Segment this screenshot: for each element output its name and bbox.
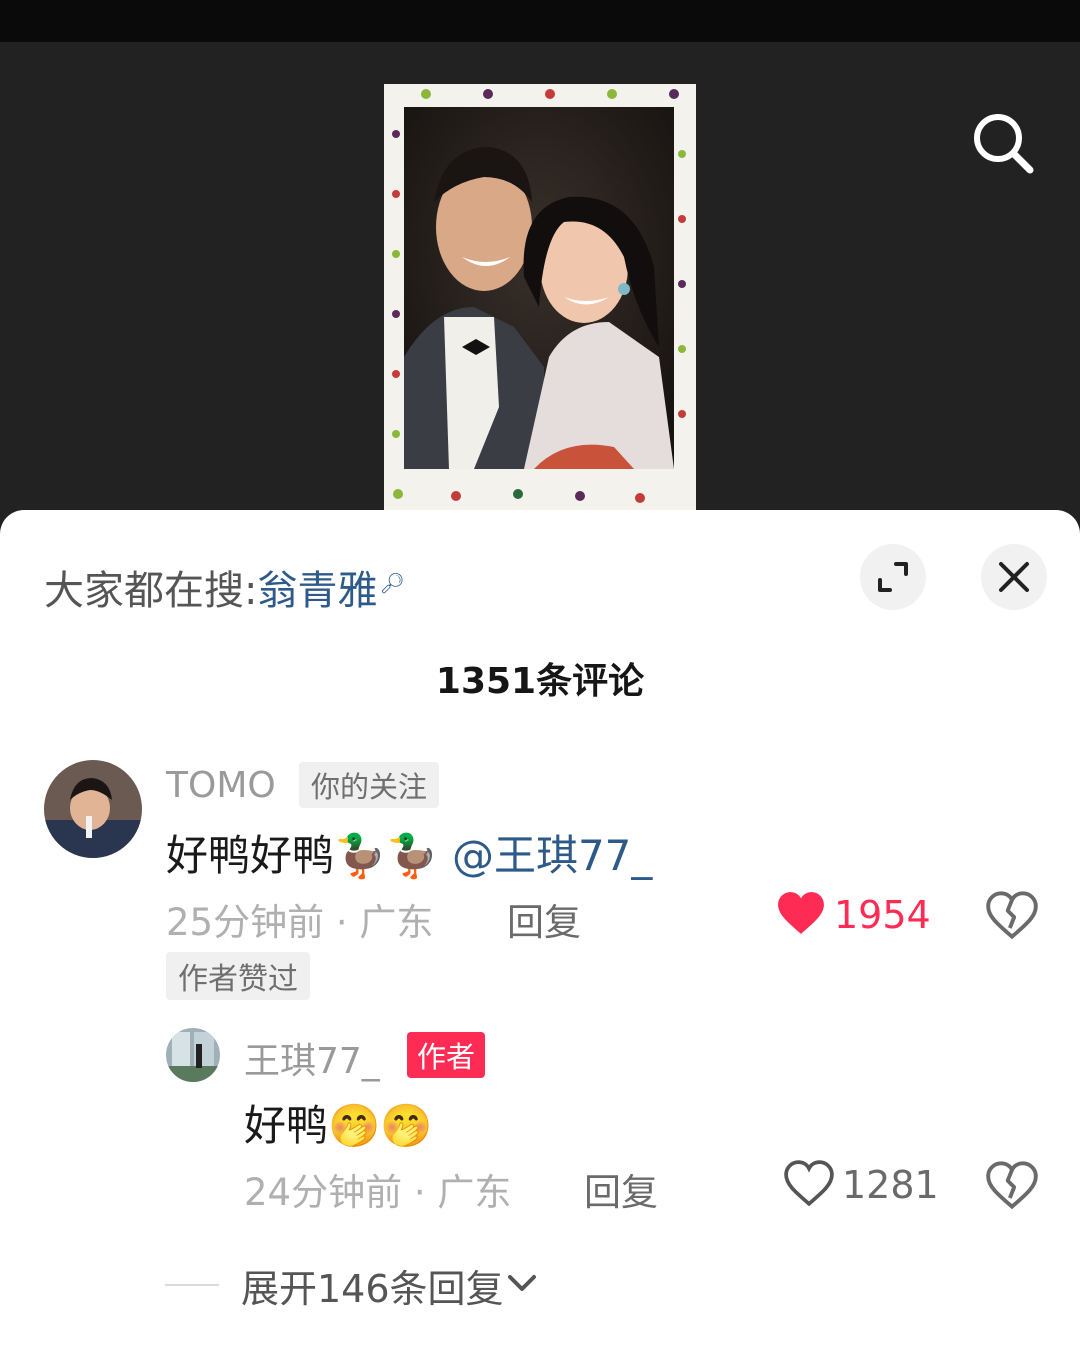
search-icon bbox=[968, 114, 1038, 182]
broken-heart-icon bbox=[986, 1161, 1038, 1214]
chevron-down-icon bbox=[504, 1268, 540, 1302]
reply-button[interactable]: 回复 bbox=[507, 892, 581, 946]
dislike-button[interactable] bbox=[986, 890, 1038, 940]
comment-username[interactable]: TOMO bbox=[166, 765, 276, 806]
comment-body: 好鸭好鸭🦆🦆 bbox=[166, 831, 439, 880]
comment-sheet: 大家都在搜:翁青雅 🔎︎ 1351条评论 TOMO 你的关注 好鸭好鸭🦆🦆 @王琪… bbox=[0, 510, 1080, 1347]
expand-icon bbox=[860, 562, 926, 614]
close-button[interactable] bbox=[981, 544, 1047, 610]
reply-avatar[interactable] bbox=[166, 1028, 220, 1082]
expand-replies-button[interactable]: 展开146条回复 bbox=[165, 1260, 540, 1311]
hot-search-term[interactable]: 翁青雅 bbox=[257, 568, 377, 614]
like-button[interactable]: 1954 bbox=[776, 890, 931, 940]
comment-count-title: 1351条评论 bbox=[435, 661, 645, 702]
video-area[interactable] bbox=[0, 42, 1080, 552]
heart-outline-icon bbox=[784, 1160, 834, 1210]
polaroid-photo bbox=[384, 84, 696, 552]
reply-dislike-button[interactable] bbox=[986, 1160, 1038, 1210]
reply-meta: 24分钟前 · 广东 bbox=[244, 1171, 512, 1214]
comment-meta: 25分钟前 · 广东 bbox=[166, 901, 434, 944]
hot-search-prefix: 大家都在搜: bbox=[44, 568, 258, 614]
reply-like-count: 1281 bbox=[842, 1163, 939, 1207]
reply-username[interactable]: 王琪77_ bbox=[244, 1032, 380, 1084]
status-bar bbox=[0, 0, 1080, 42]
hot-search-bar[interactable]: 大家都在搜:翁青雅 🔎︎ bbox=[44, 558, 405, 616]
following-tag: 你的关注 bbox=[299, 762, 440, 808]
like-count: 1954 bbox=[834, 893, 931, 937]
reply-text: 好鸭🤭🤭 bbox=[244, 1101, 433, 1150]
small-search-icon: 🔎︎ bbox=[379, 570, 405, 595]
comment-text: 好鸭好鸭🦆🦆 @王琪77_ bbox=[166, 822, 652, 883]
author-tag: 作者 bbox=[407, 1032, 486, 1078]
avatar[interactable] bbox=[44, 760, 142, 858]
close-icon bbox=[981, 562, 1047, 614]
search-button[interactable] bbox=[968, 108, 1038, 178]
broken-heart-icon bbox=[986, 891, 1038, 944]
heart-filled-icon bbox=[776, 890, 826, 940]
mention-link[interactable]: @王琪77_ bbox=[452, 831, 652, 880]
couple-photo bbox=[404, 107, 674, 469]
divider-line bbox=[165, 1284, 219, 1286]
expand-replies-label: 展开146条回复 bbox=[241, 1266, 504, 1311]
expand-button[interactable] bbox=[860, 544, 926, 610]
reply-to-reply-button[interactable]: 回复 bbox=[584, 1162, 658, 1216]
reply-like-button[interactable]: 1281 bbox=[784, 1160, 939, 1210]
author-liked-badge: 作者赞过 bbox=[166, 952, 310, 1000]
